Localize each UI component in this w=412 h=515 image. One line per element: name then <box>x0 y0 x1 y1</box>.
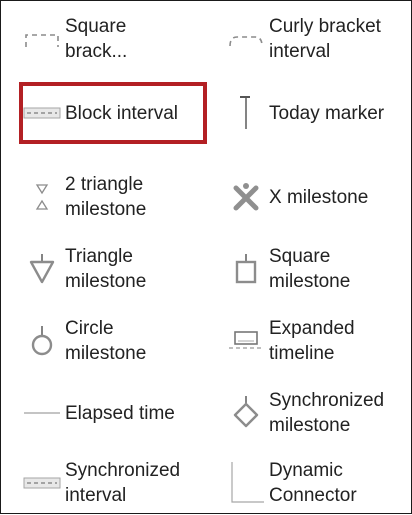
block-interval-shape[interactable]: Block interval <box>19 81 207 145</box>
triangle-milestone-label: Triangle milestone <box>65 246 147 292</box>
block-interval-icon <box>19 83 65 143</box>
two-triangle-milestone-shape[interactable]: 2 triangle milestone <box>19 165 219 229</box>
circle-milestone-label: Circle milestone <box>65 318 147 364</box>
elapsed-time-shape[interactable]: Elapsed time <box>19 381 219 445</box>
synchronized-interval-label: Synchronized interval <box>65 460 181 506</box>
synchronized-interval-shape[interactable]: Synchronized interval <box>19 451 219 515</box>
synchronized-milestone-label: Synchronized milestone <box>269 390 385 436</box>
x-milestone-icon <box>223 167 269 227</box>
expanded-timeline-icon <box>223 311 269 371</box>
dynamic-connector-shape[interactable]: Dynamic Connector <box>223 451 411 515</box>
circle-milestone-shape[interactable]: Circle milestone <box>19 309 219 373</box>
elapsed-time-icon <box>19 383 65 443</box>
square-milestone-icon <box>223 239 269 299</box>
dynamic-connector-icon <box>223 453 269 513</box>
curly-bracket-interval-shape[interactable]: Curly bracket interval <box>223 7 411 71</box>
two-triangle-milestone-icon <box>19 167 65 227</box>
block-interval-label: Block interval <box>65 102 178 124</box>
x-milestone-label: X milestone <box>269 186 369 208</box>
triangle-milestone-icon <box>19 239 65 299</box>
today-marker-label: Today marker <box>269 102 385 124</box>
expanded-timeline-shape[interactable]: Expanded timeline <box>223 309 411 373</box>
square-milestone-shape[interactable]: Square milestone <box>223 237 411 301</box>
expanded-timeline-label: Expanded timeline <box>269 318 355 364</box>
square-milestone-label: Square milestone <box>269 246 351 292</box>
synchronized-milestone-icon <box>223 383 269 443</box>
square-bracket-interval-shape[interactable]: Square brack... <box>19 7 219 71</box>
synchronized-interval-icon <box>19 453 65 513</box>
synchronized-milestone-shape[interactable]: Synchronized milestone <box>223 381 411 445</box>
curly-bracket-interval-icon <box>223 9 269 69</box>
square-bracket-interval-icon <box>19 9 65 69</box>
square-bracket-interval-label: Square brack... <box>65 16 128 62</box>
triangle-milestone-shape[interactable]: Triangle milestone <box>19 237 219 301</box>
two-triangle-milestone-label: 2 triangle milestone <box>65 174 147 220</box>
elapsed-time-label: Elapsed time <box>65 402 175 424</box>
dynamic-connector-label: Dynamic Connector <box>269 460 357 506</box>
x-milestone-shape[interactable]: X milestone <box>223 165 411 229</box>
today-marker-shape[interactable]: Today marker <box>223 81 411 145</box>
today-marker-icon <box>223 83 269 143</box>
shapes-stencil-panel: Square brack... Curly bracket interval B… <box>0 0 412 514</box>
curly-bracket-interval-label: Curly bracket interval <box>269 16 381 62</box>
circle-milestone-icon <box>19 311 65 371</box>
